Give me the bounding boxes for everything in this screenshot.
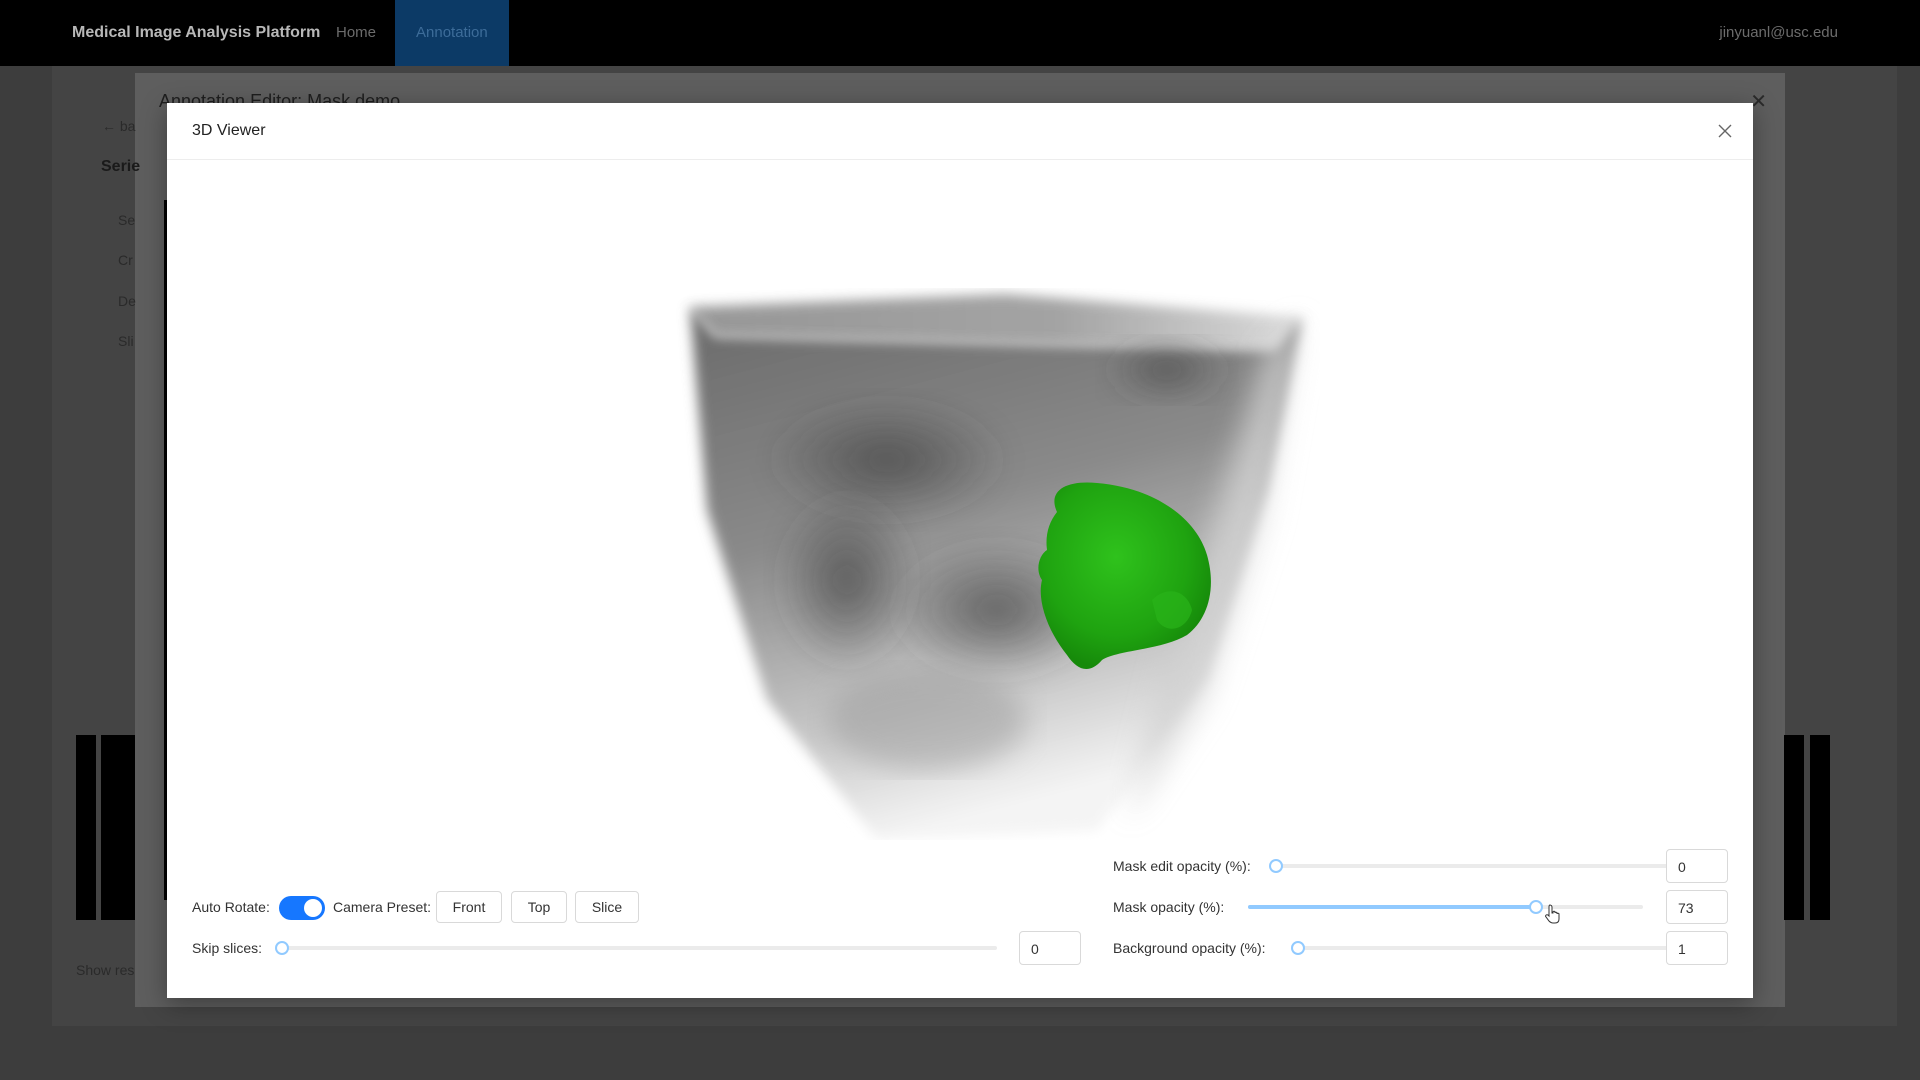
- background-opacity-label: Background opacity (%):: [1113, 940, 1266, 956]
- skip-slices-input[interactable]: 0: [1019, 931, 1081, 965]
- side-item[interactable]: Sli: [118, 333, 134, 349]
- slider-handle[interactable]: [1269, 859, 1283, 873]
- mask-edit-opacity-label: Mask edit opacity (%):: [1113, 858, 1251, 874]
- auto-rotate-label: Auto Rotate:: [192, 899, 270, 915]
- user-email[interactable]: jinyuanl@usc.edu: [1719, 24, 1838, 41]
- skip-slices-slider[interactable]: [275, 941, 997, 955]
- mask-edit-opacity-input[interactable]: 0: [1666, 849, 1728, 883]
- nav-annotation[interactable]: Annotation: [395, 0, 509, 66]
- close-icon: [1718, 124, 1732, 138]
- bg-thumbnail: [1784, 735, 1804, 920]
- back-link[interactable]: ← ba: [102, 118, 135, 134]
- slider-rail: [1294, 946, 1670, 950]
- viewer-header: 3D Viewer: [167, 103, 1753, 160]
- nav-home[interactable]: Home: [336, 24, 376, 41]
- camera-preset-label: Camera Preset:: [333, 899, 432, 915]
- camera-preset-front-button[interactable]: Front: [436, 891, 502, 923]
- show-results-link[interactable]: Show res: [76, 962, 134, 978]
- viewer-close-button[interactable]: [1711, 117, 1739, 145]
- bg-thumbnail: [1810, 735, 1830, 920]
- viewer-title: 3D Viewer: [192, 122, 266, 139]
- mask-opacity-label: Mask opacity (%):: [1113, 899, 1225, 915]
- slider-rail: [1276, 864, 1670, 868]
- mask-opacity-slider[interactable]: [1248, 900, 1643, 914]
- back-link-label: ba: [119, 118, 136, 134]
- camera-preset-slice-button[interactable]: Slice: [575, 891, 639, 923]
- mask-edit-opacity-slider[interactable]: [1269, 859, 1670, 873]
- slider-track: [1248, 905, 1537, 909]
- slider-handle[interactable]: [1290, 941, 1305, 955]
- 3d-render-canvas[interactable]: [167, 160, 1753, 840]
- nav-annotation-label: Annotation: [416, 24, 488, 41]
- bg-thumbnail: [101, 735, 135, 920]
- slider-rail: [282, 946, 997, 950]
- auto-rotate-toggle[interactable]: [279, 896, 325, 920]
- top-navbar: Medical Image Analysis Platform Home Ann…: [0, 0, 1920, 66]
- slider-handle[interactable]: [1529, 900, 1544, 914]
- volume-render: [690, 294, 1302, 840]
- bg-thumbnail: [76, 735, 96, 920]
- side-item[interactable]: Se: [118, 212, 135, 228]
- side-item[interactable]: Cr: [118, 252, 133, 268]
- hand-cursor-icon: [1545, 904, 1560, 924]
- background-opacity-slider[interactable]: [1290, 941, 1670, 955]
- toggle-knob: [304, 899, 322, 917]
- side-item[interactable]: De: [118, 293, 136, 309]
- series-heading: Serie: [101, 158, 141, 175]
- slider-handle[interactable]: [275, 941, 289, 955]
- 3d-viewer-modal: 3D Viewer Auto Rotate: Camera Preset: Fr…: [167, 103, 1753, 998]
- skip-slices-label: Skip slices:: [192, 940, 263, 956]
- app-brand[interactable]: Medical Image Analysis Platform: [72, 24, 320, 42]
- camera-preset-top-button[interactable]: Top: [511, 891, 567, 923]
- mask-opacity-input[interactable]: 73: [1666, 890, 1728, 924]
- background-opacity-input[interactable]: 1: [1666, 931, 1728, 965]
